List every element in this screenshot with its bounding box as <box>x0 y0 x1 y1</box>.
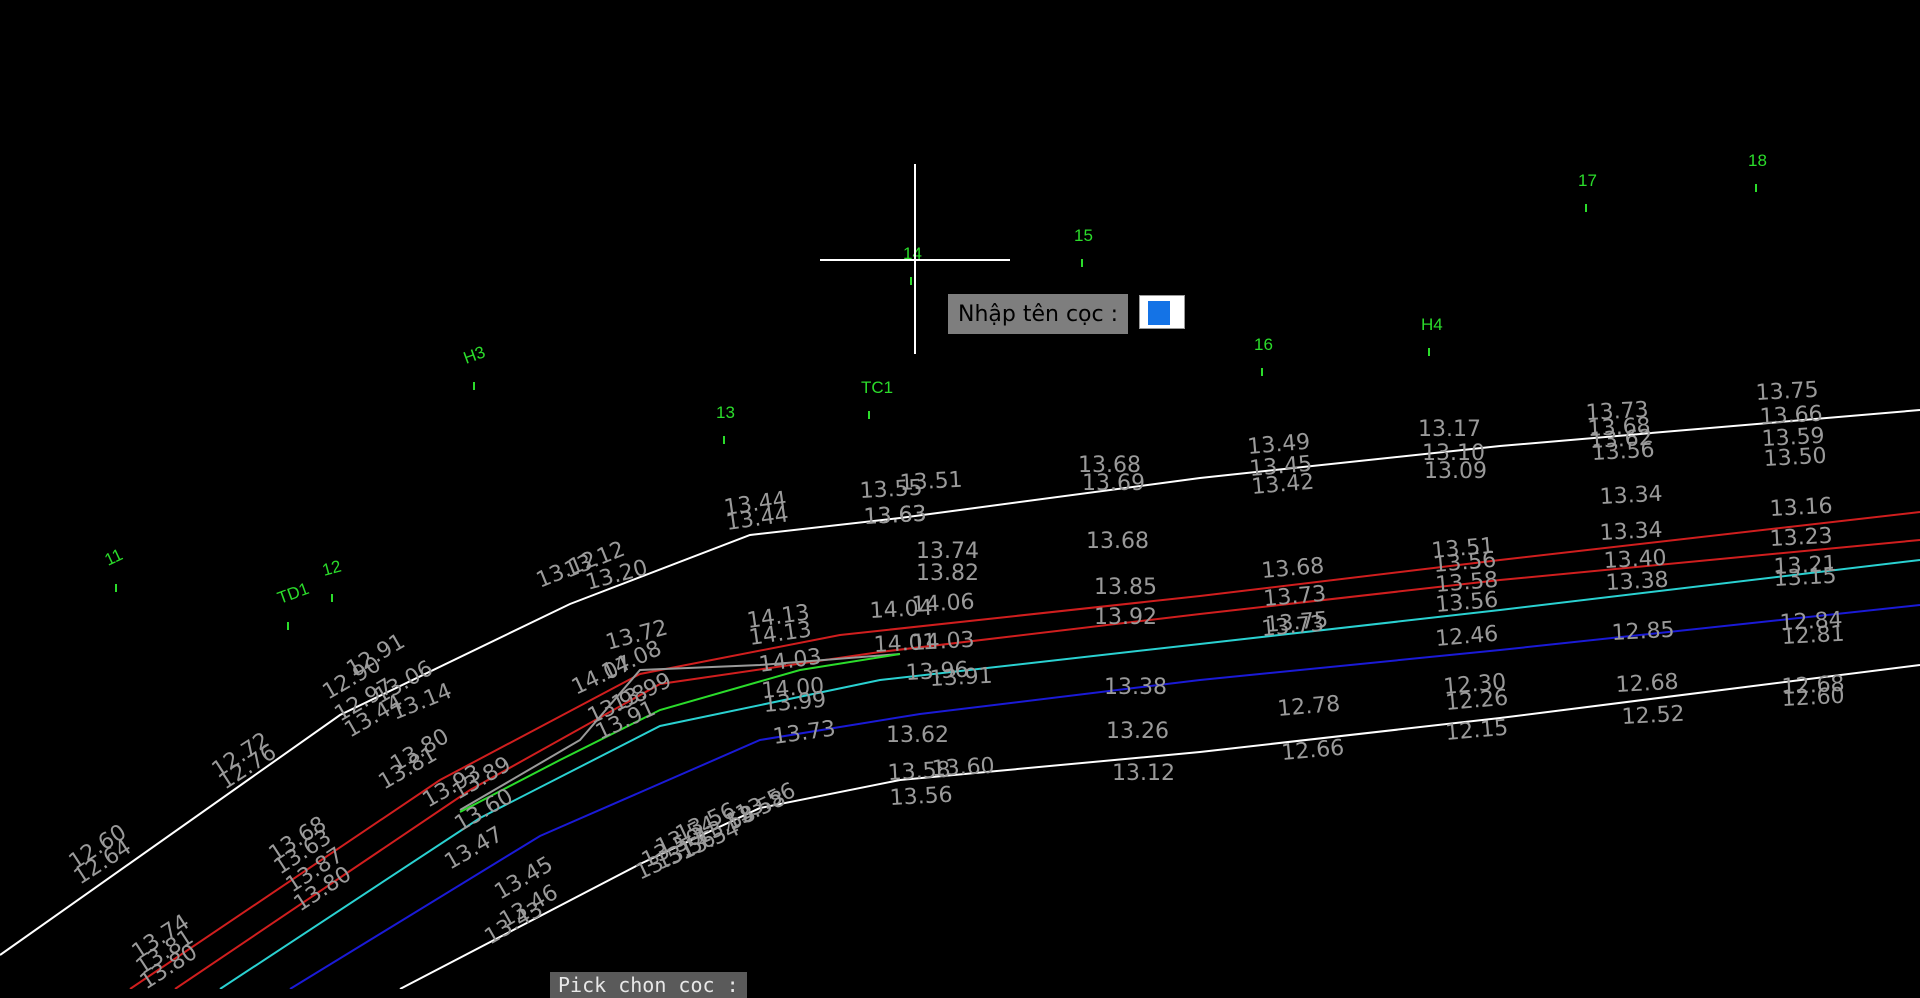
elevation-label: 13.23 <box>1769 524 1833 552</box>
elevation-label: 13.56 <box>889 783 953 811</box>
elevation-label: 12.52 <box>1621 702 1685 730</box>
crosshair-icon-vertical <box>914 164 916 354</box>
command-text: Pick chon coc : <box>558 973 739 997</box>
elevation-label: 13.12 <box>1112 761 1175 786</box>
stake-label[interactable]: H4 <box>1421 315 1443 334</box>
elevation-label: 13.56 <box>732 778 800 827</box>
elevation-label: 13.73 <box>1260 612 1325 642</box>
elevation-label: 13.38 <box>1605 568 1669 596</box>
elevation-label: 13.91 <box>929 664 993 692</box>
elevation-label: 12.66 <box>1280 736 1345 766</box>
elevation-label: 13.99 <box>762 688 827 718</box>
elevation-label: 12.81 <box>1781 622 1845 650</box>
stake-label[interactable]: 17 <box>1578 171 1597 190</box>
elevation-label: 12.15 <box>1444 716 1509 746</box>
elevation-label: 14.03 <box>911 628 975 656</box>
elevation-label: 13.68 <box>1260 554 1325 584</box>
elevation-label: 12.78 <box>1276 692 1341 722</box>
stake-name-input[interactable] <box>1139 295 1185 329</box>
elevation-label: 12.68 <box>1615 670 1679 698</box>
elevation-label: 13.34 <box>1599 518 1663 546</box>
elevation-label: 13.69 <box>1082 471 1145 496</box>
elevation-label: 13.63 <box>863 502 927 530</box>
elevation-label: 12.26 <box>1444 686 1509 716</box>
elevation-label: 13.60 <box>931 754 995 782</box>
blue-boundary-line[interactable] <box>289 604 1920 989</box>
stake-label[interactable]: 12 <box>320 557 343 580</box>
stake-label[interactable]: 11 <box>102 545 126 570</box>
elevation-label: 13.68 <box>1086 529 1149 554</box>
prompt-label: Nhập tên cọc : <box>958 301 1118 327</box>
elevation-label: 13.82 <box>916 561 979 586</box>
elevation-label: 13.38 <box>1104 675 1167 700</box>
stake-label[interactable]: H3 <box>461 342 488 367</box>
elevation-label: 13.16 <box>1769 494 1833 522</box>
elevation-label: 12.60 <box>1781 684 1845 712</box>
stake-label[interactable]: 15 <box>1074 226 1093 245</box>
elevation-label: 13.15 <box>1773 564 1837 592</box>
elevation-label: 13.26 <box>1106 719 1169 744</box>
elevation-label: 13.73 <box>771 716 837 750</box>
elevation-labels-group: 12.6012.6412.7212.7612.9012.9112.9713.06… <box>65 378 1846 989</box>
command-line-status: Pick chon coc : <box>550 972 747 998</box>
elevation-label: 13.17 <box>1418 417 1481 442</box>
stake-label[interactable]: TC1 <box>861 378 893 397</box>
stake-label[interactable]: 18 <box>1748 151 1767 170</box>
elevation-label: 13.56 <box>1591 438 1655 466</box>
input-caret-icon <box>1148 301 1170 325</box>
stake-label[interactable]: 16 <box>1254 335 1273 354</box>
stake-label[interactable]: 13 <box>716 403 735 422</box>
cad-drawing-canvas[interactable]: 11TD112H313TC1141516H41718 12.6012.6412.… <box>0 0 1920 989</box>
elevation-label: 12.85 <box>1611 618 1675 646</box>
elevation-label: 13.09 <box>1424 459 1487 484</box>
stake-name-prompt: Nhập tên cọc : <box>948 294 1128 334</box>
elevation-label: 13.50 <box>1763 444 1827 472</box>
elevation-label: 13.42 <box>1250 470 1315 500</box>
elevation-label: 13.73 <box>1262 582 1327 612</box>
elevation-label: 13.92 <box>1094 605 1157 630</box>
elevation-label: 13.56 <box>1434 588 1499 618</box>
elevation-label: 13.34 <box>1599 482 1663 510</box>
elevation-label: 13.51 <box>899 468 963 496</box>
elevation-label: 13.85 <box>1094 575 1157 600</box>
elevation-label: 14.06 <box>911 590 975 618</box>
stake-label[interactable]: TD1 <box>275 579 312 608</box>
elevation-label: 13.62 <box>886 723 949 748</box>
elevation-label: 12.46 <box>1434 622 1499 652</box>
